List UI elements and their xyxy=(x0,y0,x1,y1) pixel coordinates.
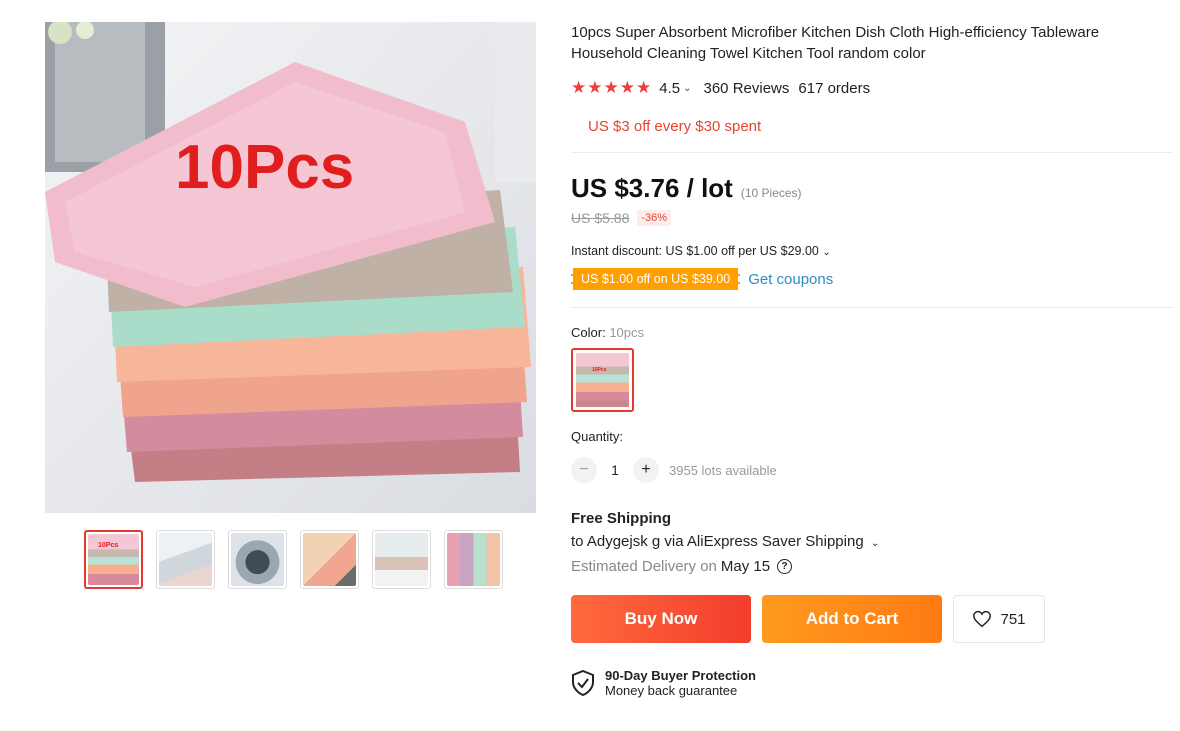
star-half-icon: ★ xyxy=(636,78,652,97)
store-promo: US $3 off every $30 spent xyxy=(588,118,762,135)
quantity-label: Quantity: xyxy=(571,429,624,444)
get-coupons-link[interactable]: Get coupons xyxy=(748,271,833,288)
quantity-input[interactable]: 1 xyxy=(597,462,633,478)
question-icon[interactable]: ? xyxy=(777,559,793,574)
add-to-cart-button[interactable]: Add to Cart xyxy=(762,595,942,643)
color-label-text: Color: xyxy=(571,325,606,340)
shipping-title: Free Shipping xyxy=(571,510,672,527)
color-swatch-10pcs[interactable]: 10Pcs xyxy=(571,348,634,412)
image-overlay-text: 10Pcs xyxy=(175,133,355,202)
thumbnail-6[interactable] xyxy=(444,530,503,589)
thumbnail-strip: 10Pcs xyxy=(84,530,503,589)
thumbnail-4[interactable] xyxy=(300,530,359,589)
increase-quantity-button[interactable]: + xyxy=(633,457,659,483)
delivery-date: May 15 xyxy=(720,558,771,575)
color-value: 10pcs xyxy=(609,325,645,340)
reviews-link[interactable]: 360 Reviews xyxy=(704,80,790,97)
chevron-down-icon: ⌄ xyxy=(870,538,880,549)
price-row: US $3.76 / lot (10 Pieces) xyxy=(571,173,1173,204)
estimated-delivery: Estimated Delivery on May 15 ? xyxy=(571,558,1173,575)
coupon-badge: US $1.00 off on US $39.00 xyxy=(571,268,741,290)
coupon-row: US $1.00 off on US $39.00 Get coupons xyxy=(571,268,1173,290)
color-label: Color: 10pcs xyxy=(571,325,1173,340)
star-icon: ★ xyxy=(603,78,619,97)
swatch-image: 10Pcs xyxy=(576,353,629,407)
shipping-destination[interactable]: to Adygejsk g via AliExpress Saver Shipp… xyxy=(571,533,1173,550)
thumbnail-3[interactable] xyxy=(228,530,287,589)
current-price: US $3.76 / lot xyxy=(571,173,733,203)
thumbnail-1[interactable]: 10Pcs xyxy=(84,530,143,589)
action-buttons: Buy Now Add to Cart 751 xyxy=(571,595,1173,643)
chevron-down-icon[interactable]: ⌄ xyxy=(683,83,691,94)
towel-stack-illustration xyxy=(45,22,536,482)
rating-stars: ★ ★ ★ ★ ★ xyxy=(571,78,651,98)
instant-discount-text: Instant discount: US $1.00 off per US $2… xyxy=(571,244,819,258)
product-info-panel: 10pcs Super Absorbent Microfiber Kitchen… xyxy=(571,22,1173,698)
thumbnail-5[interactable] xyxy=(372,530,431,589)
quantity-stepper: − 1 + 3955 lots available xyxy=(571,457,1173,483)
rating-value[interactable]: 4.5 xyxy=(659,80,680,97)
wishlist-count: 751 xyxy=(1000,610,1026,628)
swatch-label: 10Pcs xyxy=(592,367,607,373)
product-title: 10pcs Super Absorbent Microfiber Kitchen… xyxy=(571,24,1100,62)
divider xyxy=(571,152,1173,153)
protection-title: 90-Day Buyer Protection xyxy=(605,668,756,683)
wishlist-button[interactable]: 751 xyxy=(953,595,1045,643)
thumbnail-label: 10Pcs xyxy=(98,542,119,549)
buyer-protection: 90-Day Buyer Protection Money back guara… xyxy=(571,668,1173,698)
rating-row: ★ ★ ★ ★ ★ 4.5 ⌄ 360 Reviews 617 orders xyxy=(571,78,1173,98)
star-icon: ★ xyxy=(619,78,635,97)
original-price-row: US $5.88 -36% xyxy=(571,210,1173,226)
decrease-quantity-button[interactable]: − xyxy=(571,457,597,483)
shipping-destination-text: to Adygejsk g via AliExpress Saver Shipp… xyxy=(571,533,864,550)
original-price: US $5.88 xyxy=(571,210,630,226)
star-icon: ★ xyxy=(571,78,587,97)
star-icon: ★ xyxy=(587,78,603,97)
divider xyxy=(571,307,1173,308)
thumbnail-2[interactable] xyxy=(156,530,215,589)
protection-subtitle: Money back guarantee xyxy=(605,683,738,698)
discount-badge: -36% xyxy=(637,210,672,226)
pieces-per-lot: (10 Pieces) xyxy=(740,186,802,200)
protection-text: 90-Day Buyer Protection Money back guara… xyxy=(605,668,756,698)
main-product-image[interactable]: 10Pcs xyxy=(45,22,536,513)
shield-check-icon xyxy=(572,670,594,696)
heart-icon xyxy=(973,610,992,628)
chevron-down-icon: ⌄ xyxy=(822,247,831,258)
availability-text: 3955 lots available xyxy=(669,462,777,478)
delivery-label: Estimated Delivery on xyxy=(571,558,717,575)
instant-discount[interactable]: Instant discount: US $1.00 off per US $2… xyxy=(571,244,1173,258)
buy-now-button[interactable]: Buy Now xyxy=(571,595,751,643)
orders-count: 617 orders xyxy=(798,79,871,97)
